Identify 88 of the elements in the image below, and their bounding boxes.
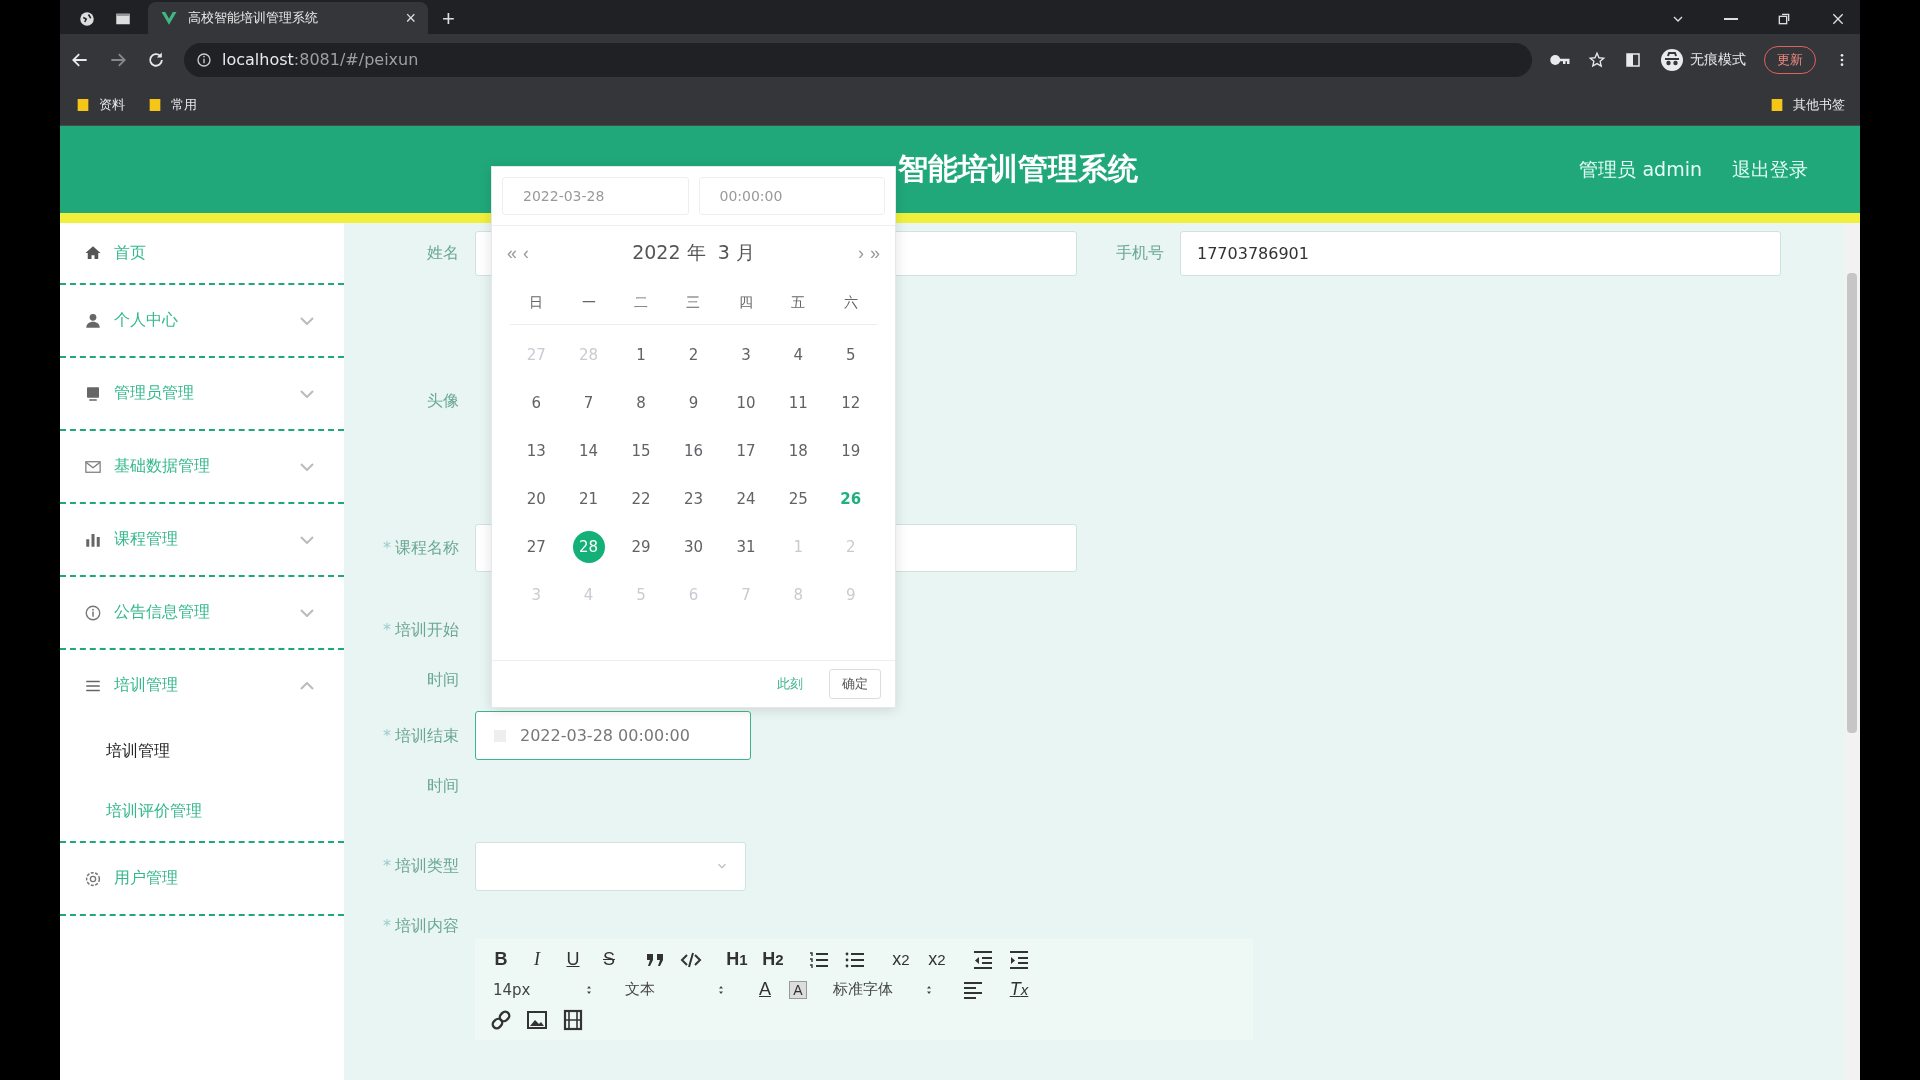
- close-icon: [1830, 11, 1846, 27]
- key-icon[interactable]: [1550, 54, 1570, 65]
- field-label: 姓名: [426, 242, 460, 264]
- calendar-day[interactable]: 23: [677, 483, 710, 515]
- confirm-button[interactable]: 确定: [829, 669, 881, 699]
- bookmark-link[interactable]: 常用: [171, 96, 197, 114]
- update-button[interactable]: 更新: [1764, 45, 1816, 74]
- weekday-label: 一: [562, 280, 615, 325]
- folder-icon: [75, 97, 91, 113]
- calendar-day[interactable]: 27: [520, 531, 553, 563]
- browser-tab[interactable]: 高校智能培训管理系统 ×: [148, 2, 428, 34]
- calendar-day[interactable]: 19: [834, 435, 867, 467]
- calendar-day[interactable]: 6: [520, 387, 553, 419]
- field-label: * 培训类型: [382, 855, 460, 877]
- restore-icon: [1776, 11, 1792, 27]
- sidebar-icon: [1624, 50, 1642, 69]
- calendar-day[interactable]: 11: [782, 387, 815, 419]
- bookmark-link[interactable]: 资料: [99, 96, 125, 114]
- bold-button[interactable]: B: [489, 947, 513, 972]
- gear-icon: [84, 869, 102, 888]
- v-logo-icon: [160, 9, 178, 27]
- field-label: 手机号: [1115, 242, 1165, 264]
- field-label: * 培训结束时间: [382, 725, 460, 797]
- calendar-day[interactable]: 21: [572, 483, 605, 515]
- calendar-day[interactable]: 25: [782, 483, 815, 515]
- address-bar[interactable]: localhost:8081/#/peixun: [184, 42, 1532, 77]
- calendar-day[interactable]: 20: [520, 483, 553, 515]
- monitor-icon: [84, 384, 102, 403]
- calendar-day[interactable]: 17: [729, 435, 762, 467]
- end-time-field[interactable]: 2022-03-28 00:00:00: [475, 711, 751, 760]
- calendar-day[interactable]: 7: [572, 387, 605, 419]
- field-label: * 培训内容: [382, 915, 460, 937]
- strikethrough-button[interactable]: S: [597, 947, 621, 972]
- calendar-day[interactable]: 9: [677, 387, 710, 419]
- calendar-day[interactable]: 4: [782, 339, 815, 371]
- calendar-day[interactable]: 22: [625, 483, 658, 515]
- field-label: * 课程名称: [382, 537, 460, 559]
- incognito-icon: [1660, 47, 1684, 72]
- weekday-label: 四: [719, 280, 773, 325]
- weekday-label: 日: [510, 280, 563, 325]
- calendar-day[interactable]: 29: [625, 531, 658, 563]
- info-icon: [196, 51, 212, 68]
- weekday-label: 五: [772, 280, 825, 325]
- calendar-day[interactable]: 31: [729, 531, 762, 563]
- bookmark-link[interactable]: 其他书签: [1793, 96, 1845, 114]
- field-label: 头像: [426, 390, 460, 412]
- calendar-day[interactable]: 13: [520, 435, 553, 467]
- calendar-day[interactable]: 16: [677, 435, 710, 467]
- calendar-day[interactable]: 18: [782, 435, 815, 467]
- scrollbar-thumb[interactable]: [1847, 273, 1857, 733]
- film-icon[interactable]: [561, 1007, 585, 1032]
- month-title: 2022 年 3 月: [631, 240, 756, 265]
- calendar-day[interactable]: 10: [729, 387, 762, 419]
- globe-icon: [78, 10, 96, 28]
- font-color-button[interactable]: A: [753, 977, 777, 1002]
- calendar-day[interactable]: 14: [572, 435, 605, 467]
- folder-icon: [1769, 97, 1785, 113]
- calendar-day[interactable]: 5: [834, 339, 867, 371]
- toolbar-dropdown[interactable]: 标准字体: [829, 977, 939, 1002]
- user-label: 管理员 admin: [1579, 156, 1702, 182]
- folder-icon: [147, 97, 163, 113]
- weekday-label: 六: [824, 280, 877, 325]
- user-icon: [84, 311, 102, 330]
- home-icon: [84, 244, 102, 262]
- calendar-day[interactable]: 1: [625, 339, 658, 371]
- calendar-day[interactable]: 3: [729, 339, 762, 371]
- phone-field[interactable]: 17703786901: [1180, 230, 1781, 276]
- calendar-day[interactable]: 12: [834, 387, 867, 419]
- toolbar-dropdown[interactable]: 14px: [489, 977, 599, 1002]
- profile-label[interactable]: 无痕模式: [1690, 50, 1746, 69]
- info-icon: [84, 603, 102, 622]
- star-icon: [1588, 50, 1606, 69]
- close-tab-button[interactable]: ×: [405, 7, 416, 29]
- highlight-button[interactable]: A: [789, 980, 807, 999]
- submenu-item[interactable]: 培训管理: [60, 721, 344, 781]
- calendar-day[interactable]: 15: [625, 435, 658, 467]
- toolbar-dropdown[interactable]: 文本: [621, 977, 731, 1002]
- calendar-day[interactable]: 24: [729, 483, 762, 515]
- weekday-label: 三: [667, 280, 720, 325]
- underline-button[interactable]: U: [561, 947, 585, 972]
- app-title: 智能培训管理系统: [898, 150, 1138, 188]
- italic-button[interactable]: I: [525, 947, 549, 972]
- weekday-label: 二: [614, 280, 668, 325]
- calendar-day[interactable]: 8: [625, 387, 658, 419]
- calendar-day[interactable]: 30: [677, 531, 710, 563]
- field-label: * 培训开始时间: [382, 619, 460, 691]
- new-tab-button[interactable]: +: [436, 4, 461, 34]
- calendar-day[interactable]: 2: [677, 339, 710, 371]
